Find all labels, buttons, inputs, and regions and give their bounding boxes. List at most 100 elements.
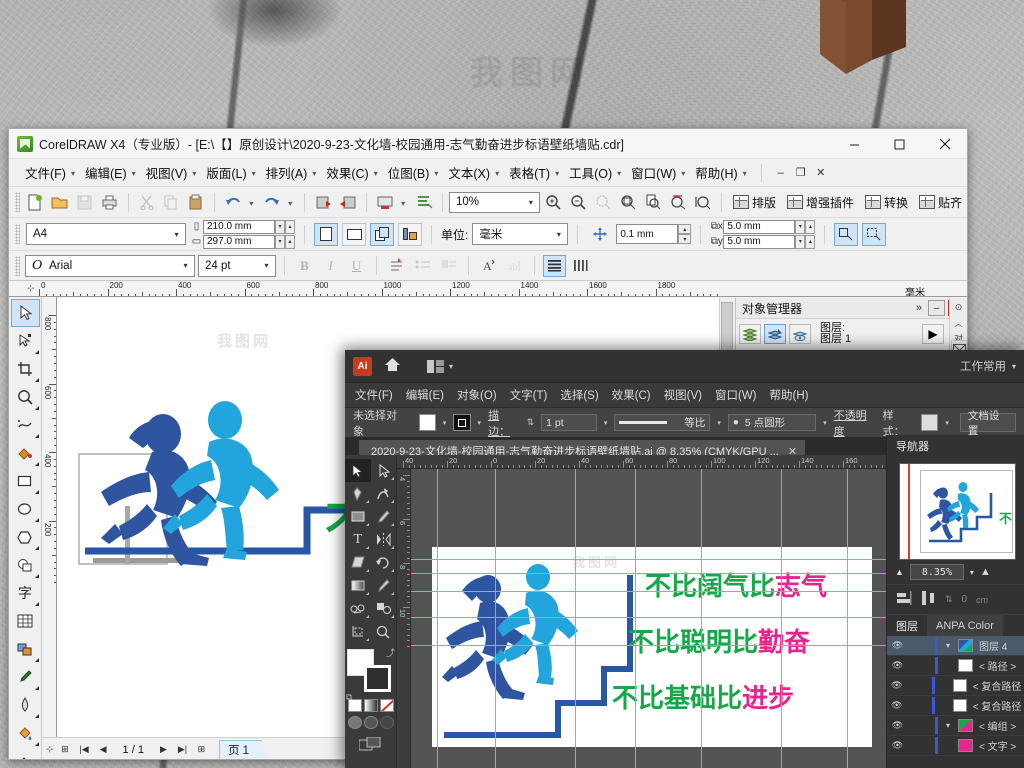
chevron-double-right-icon[interactable]: » — [916, 302, 925, 314]
character-format-icon[interactable] — [385, 255, 408, 277]
eye-icon[interactable]: 👁 — [890, 640, 905, 651]
last-page-icon[interactable]: ▶| — [175, 742, 190, 757]
shape-builder-tool-icon[interactable] — [371, 597, 397, 620]
menu-edit[interactable]: 编辑(E) — [81, 160, 129, 185]
scroll-up-icon[interactable]: ︿ — [955, 318, 963, 329]
drop-cap-icon[interactable] — [437, 255, 460, 277]
freehand-tool-icon[interactable] — [11, 411, 40, 439]
graphic-style-swatch[interactable] — [921, 414, 939, 431]
eraser-tool-icon[interactable] — [345, 551, 371, 574]
chevron-down-icon[interactable]: ▾ — [478, 419, 482, 427]
page-width-input[interactable]: 210.0 mm — [203, 219, 275, 234]
shape-tool-icon[interactable] — [11, 327, 40, 355]
width-increment-button[interactable]: ▴ — [285, 219, 295, 234]
type-tool-icon[interactable]: T — [345, 528, 371, 551]
crop-tool-icon[interactable] — [11, 355, 40, 383]
cut-icon[interactable] — [135, 190, 159, 215]
fill-tool-icon[interactable] — [11, 719, 40, 747]
zoom-tool-icon[interactable] — [11, 383, 40, 411]
character-panel-icon[interactable]: A — [477, 255, 500, 277]
italic-button[interactable]: I — [319, 255, 342, 277]
plugin-align-button[interactable]: 贴齐 — [914, 192, 967, 213]
chevron-down-icon[interactable]: ▾ — [168, 225, 185, 244]
document-setup-button[interactable]: 文档设置 — [959, 410, 1017, 437]
show-object-properties-icon[interactable] — [739, 324, 761, 344]
gradient-fill-icon[interactable] — [364, 699, 378, 712]
zoom-selected-icon[interactable] — [616, 190, 640, 215]
menu-text[interactable]: 文本(X) — [444, 160, 492, 185]
draw-normal-icon[interactable] — [348, 716, 362, 729]
stroke-color-box[interactable] — [364, 665, 391, 692]
orientation-portrait-button[interactable] — [314, 222, 338, 246]
illustrator-vertical-ruler[interactable]: 4 6 8 10 — [397, 469, 411, 768]
docker-nav-icon[interactable]: ⊙ — [955, 302, 963, 313]
menu-table[interactable]: 表格(T) — [505, 160, 552, 185]
first-page-icon[interactable]: |◀ — [77, 742, 92, 757]
application-launcher-icon[interactable] — [412, 190, 436, 215]
height-decrement-button[interactable]: ▾ — [275, 234, 285, 249]
wireframe-select-button[interactable] — [862, 222, 887, 246]
layer-manager-view-icon[interactable] — [789, 324, 811, 344]
close-icon[interactable] — [922, 129, 967, 159]
zoom-in-icon[interactable]: ▲ — [980, 566, 991, 578]
screen-mode-icon[interactable] — [345, 736, 396, 755]
illustrator-horizontal-ruler[interactable]: 40 20 0 20 40 60 80 100 120 140 160 — [397, 455, 886, 469]
align-vertical-icon[interactable] — [897, 591, 912, 608]
vertical-ruler[interactable]: 800 600 400 200 — [42, 297, 57, 759]
chevron-down-icon[interactable]: ▾ — [678, 169, 691, 178]
align-offset-value[interactable]: 0 — [962, 594, 968, 605]
chevron-down-icon[interactable]: ▾ — [189, 169, 202, 178]
smart-fill-icon[interactable] — [11, 439, 40, 467]
fill-stroke-controls[interactable]: ⤴ ⧉ — [346, 648, 395, 702]
rotate-tool-icon[interactable] — [371, 551, 397, 574]
menu-effects[interactable]: 效果(C) — [322, 160, 370, 185]
orientation-landscape-button[interactable] — [342, 222, 366, 246]
nudge-increment-button[interactable]: ▴ — [678, 224, 692, 234]
redo-dropdown-icon[interactable]: ▾ — [285, 199, 298, 208]
chevron-down-icon[interactable]: ▾ — [371, 169, 384, 178]
menu-view[interactable]: 视图(V) — [142, 160, 190, 185]
basic-shapes-icon[interactable] — [11, 551, 40, 579]
eye-icon[interactable]: 👁 — [890, 680, 903, 691]
dup-y-decrement-button[interactable]: ▾ — [795, 234, 806, 249]
chevron-down-icon[interactable]: ▾ — [941, 641, 955, 650]
eye-icon[interactable]: 👁 — [890, 740, 905, 751]
duplicate-y-input[interactable]: 5.0 mm — [723, 234, 796, 249]
stroke-weight-input[interactable]: 1 pt — [541, 414, 597, 431]
bullet-list-icon[interactable] — [411, 255, 434, 277]
chevron-down-icon[interactable]: ▾ — [823, 419, 827, 427]
ruler-origin-icon[interactable]: ⊹ — [27, 283, 35, 294]
rectangle-tool-icon[interactable] — [11, 467, 40, 495]
paintbrush-tool-icon[interactable] — [371, 505, 397, 528]
chevron-down-icon[interactable]: ▾ — [740, 169, 753, 178]
default-fill-stroke-icon[interactable]: ⧉ — [346, 692, 352, 703]
import-icon[interactable] — [311, 190, 335, 215]
tab-navigator[interactable]: 导航器 — [887, 435, 938, 456]
copy-icon[interactable] — [160, 190, 184, 215]
pen-tool-icon[interactable] — [345, 482, 371, 505]
width-decrement-button[interactable]: ▾ — [275, 219, 285, 234]
ellipse-tool-icon[interactable] — [11, 495, 40, 523]
chevron-down-icon[interactable]: ▾ — [249, 169, 262, 178]
tab-layers[interactable]: 图层 — [887, 615, 927, 636]
zoom-out-icon[interactable] — [566, 190, 590, 215]
menu-bitmaps[interactable]: 位图(B) — [384, 160, 432, 185]
ai-menu-help[interactable]: 帮助(H) — [770, 387, 809, 403]
ai-menu-file[interactable]: 文件(F) — [355, 387, 393, 403]
zoom-height-icon[interactable] — [691, 190, 715, 215]
ai-menu-effect[interactable]: 效果(C) — [612, 387, 651, 403]
eye-icon[interactable]: 👁 — [890, 700, 903, 711]
blend-tool-icon[interactable] — [345, 597, 371, 620]
curvature-tool-icon[interactable] — [371, 482, 397, 505]
paper-size-combo[interactable]: A4 ▾ — [26, 223, 186, 245]
chevron-down-icon[interactable]: ▾ — [492, 169, 505, 178]
ai-menu-select[interactable]: 选择(S) — [560, 387, 598, 403]
illustrator-canvas[interactable]: 不比阔气比志气 不比聪明比勤奋 不比基础比进步 我图网 — [411, 469, 886, 768]
layer-options-icon[interactable]: ▶ — [922, 324, 944, 344]
chevron-down-icon[interactable]: ▾ — [258, 256, 275, 275]
open-icon[interactable] — [48, 190, 72, 215]
opacity-label[interactable]: 不透明度 — [834, 407, 876, 439]
bold-button[interactable]: B — [293, 255, 316, 277]
next-page-icon[interactable]: ▶ — [156, 742, 171, 757]
undo-dropdown-icon[interactable]: ▾ — [246, 199, 259, 208]
